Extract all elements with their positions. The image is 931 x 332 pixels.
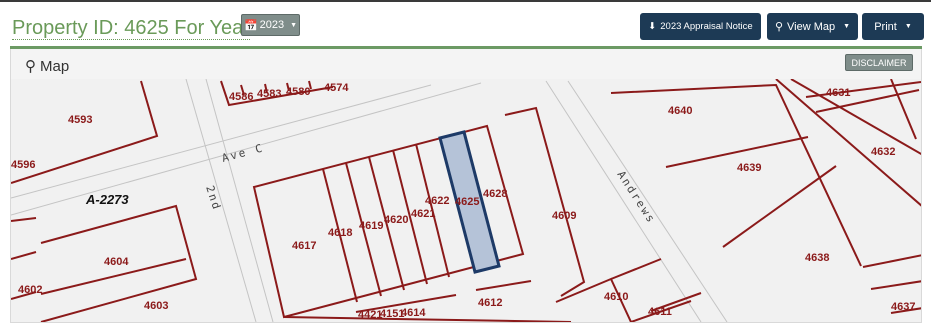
parcel-label: 4620	[384, 214, 408, 226]
parcel-label: 4625	[455, 196, 479, 208]
parcel-label: 4593	[68, 114, 92, 126]
parcel-label: 4421	[358, 309, 382, 321]
parcel-label: 4609	[552, 210, 576, 222]
appraisal-notice-button[interactable]: ⬇ 2023 Appraisal Notice	[640, 13, 761, 40]
map-panel: ⚲ Map DISCLAIMER Ave C 2nd Andrews A-227…	[10, 49, 922, 323]
parcel-label: 4617	[292, 240, 316, 252]
parcel-label: 4639	[737, 162, 761, 174]
page-title: Property ID: 4625 For Year	[12, 17, 250, 40]
page-header: Property ID: 4625 For Year 📅 2023 ▼ ⬇ 20…	[0, 2, 931, 48]
panel-title: ⚲ Map	[25, 57, 70, 76]
year-label: 2023	[259, 19, 285, 31]
download-icon: ⬇	[648, 21, 657, 32]
parcel-label: 4622	[425, 195, 449, 207]
parcel-label: 4580	[286, 86, 310, 98]
parcel-label: 4638	[805, 252, 829, 264]
parcel-label: 4621	[411, 208, 435, 220]
parcel-label: 4610	[604, 291, 628, 303]
parcel-label: 4618	[328, 227, 352, 239]
parcel-label: 4631	[826, 87, 850, 99]
subdivision-label: A-2273	[85, 192, 129, 207]
print-button[interactable]: Print ▼	[862, 13, 924, 40]
parcel-label: 4574	[324, 82, 349, 94]
parcel-label: 4628	[483, 188, 507, 200]
map-marker-icon: ⚲	[25, 58, 36, 75]
print-label: Print	[874, 20, 897, 33]
caret-down-icon: ▼	[904, 23, 912, 30]
parcel-label: 4612	[478, 297, 502, 309]
parcel-label: 4640	[668, 105, 692, 117]
view-map-button[interactable]: ⚲ View Map ▼	[767, 13, 858, 40]
year-dropdown-button[interactable]: 📅 2023 ▼	[241, 14, 300, 36]
panel-title-label: Map	[40, 57, 70, 75]
map-marker-icon: ⚲	[774, 21, 783, 33]
parcel-label: 4611	[648, 306, 672, 318]
disclaimer-button[interactable]: DISCLAIMER	[845, 54, 913, 71]
parcel-label: 4637	[891, 301, 915, 313]
appraisal-notice-label: 2023 Appraisal Notice	[660, 21, 753, 32]
parcel-label: 4596	[11, 159, 35, 171]
parcel-label: 4583	[257, 88, 281, 100]
parcel-label: 4614	[401, 307, 426, 319]
parcel-label: 4602	[18, 284, 42, 296]
caret-down-icon: ▼	[843, 23, 851, 30]
parcel-label: 4632	[871, 146, 895, 158]
parcel-label: 4603	[144, 300, 168, 312]
parcel-map[interactable]: Ave C 2nd Andrews A-2273 4586 4583 4580 …	[11, 79, 921, 322]
parcel-label: 4604	[104, 256, 129, 268]
calendar-icon: 📅	[243, 19, 258, 32]
parcel-label: 4619	[359, 220, 383, 232]
caret-down-icon: ▼	[290, 21, 298, 29]
view-map-label: View Map	[787, 20, 836, 33]
parcel-label: 4586	[229, 91, 253, 103]
